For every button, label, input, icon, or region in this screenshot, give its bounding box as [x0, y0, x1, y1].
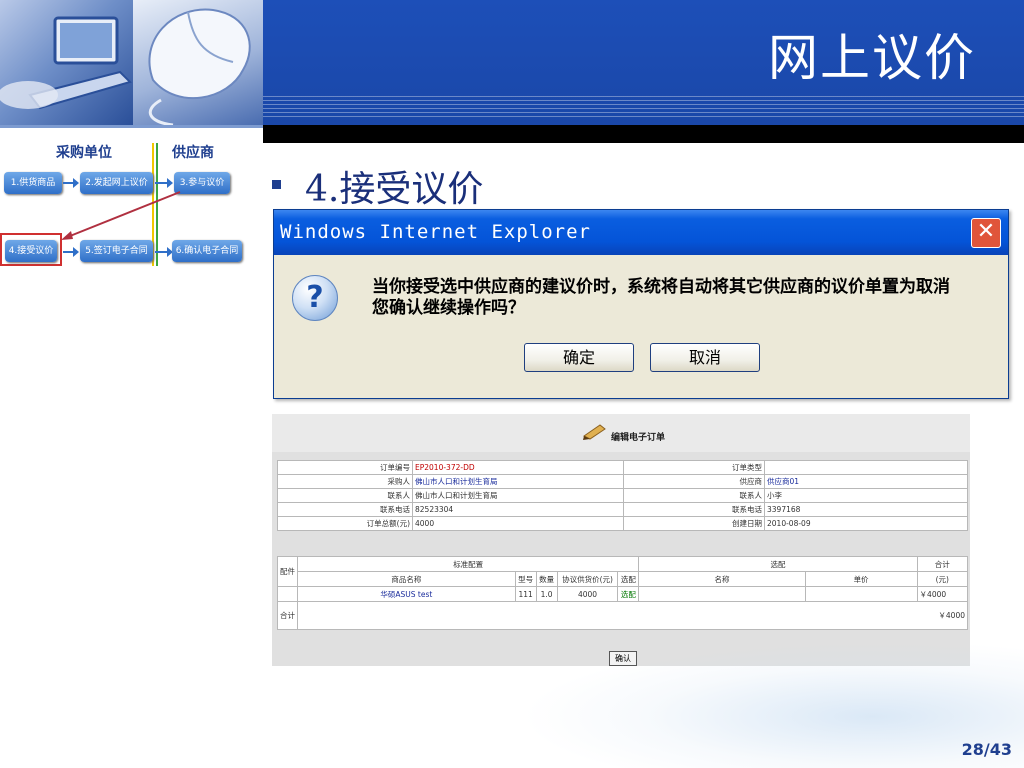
header-black-bar: [263, 125, 1024, 143]
purchaser-label: 采购人: [277, 474, 413, 489]
qty-cell: 1.0: [535, 586, 558, 602]
contact-value: 小李: [764, 488, 968, 503]
standard-config-header: 标准配置: [296, 556, 640, 572]
created-label: 创建日期: [623, 516, 765, 531]
order-type-label: 订单类型: [623, 460, 765, 475]
table-row: 华硕ASUS test 111 1.0 4000 选配 ￥4000: [277, 586, 969, 602]
created-value: 2010-08-09: [764, 516, 968, 531]
table-row: 采购人 佛山市人口和计划生育局 供应商 供应商01: [277, 474, 968, 489]
phone-label: 联系电话: [277, 502, 413, 517]
flow-arrow: [63, 178, 79, 188]
purchaser-value: 佛山市人口和计划生育局: [412, 474, 624, 489]
total-header: 合计: [916, 556, 969, 572]
total-label: 订单总额(元): [277, 516, 413, 531]
parts-header: 配件: [277, 556, 298, 587]
product-name-header: 商品名称: [297, 571, 516, 587]
flow-step-5: 5.签订电子合同: [80, 240, 153, 262]
flow-arrow: [63, 247, 79, 257]
header-stripes: [263, 96, 1024, 118]
form-title: 编辑电子订单: [611, 433, 666, 443]
flow-header-supplier: 供应商: [172, 145, 214, 161]
price-header: 协议供货价(元): [556, 571, 619, 587]
flow-arrow: [155, 178, 173, 188]
flow-step-4: 4.接受议价: [5, 240, 57, 262]
unit-price-header: 单价: [804, 571, 918, 587]
option-name-cell: [638, 586, 806, 602]
table-row: 配件 标准配置 选配 合计: [277, 556, 969, 587]
price-cell: 4000: [556, 586, 619, 602]
cancel-button[interactable]: 取消: [650, 343, 760, 372]
row-total-cell: ￥4000: [916, 586, 969, 602]
decorative-swirl: [520, 640, 1024, 768]
laptop-icon: [0, 16, 132, 110]
supplier-label: 供应商: [623, 474, 765, 489]
laptop-photo: [0, 0, 133, 125]
order-no-value: EP2010-372-DD: [412, 460, 624, 475]
page-title: 网上议价: [768, 29, 976, 87]
flow-arrow: [155, 247, 173, 257]
edit-pen-icon: [583, 424, 606, 440]
table-row: 合计 ￥4000: [277, 601, 968, 630]
phone-value: 3397168: [764, 502, 968, 517]
confirm-dialog: Windows Internet Explorer ✕ ? 当你接受选中供应商的…: [273, 209, 1009, 399]
ok-button[interactable]: 确定: [524, 343, 634, 372]
option-name-header: 名称: [638, 571, 806, 587]
order-info-table: 订单编号 EP2010-372-DD 订单类型 采购人 佛山市人口和计划生育局 …: [277, 460, 968, 531]
product-name-link[interactable]: 华硕ASUS test: [297, 586, 516, 602]
page-number: 28/43: [961, 740, 1012, 759]
bullet-icon: [272, 180, 281, 189]
order-form-screenshot: 编辑电子订单 订单编号 EP2010-372-DD 订单类型 采购人 佛山市人口…: [272, 414, 970, 666]
phone-value: 82523304: [412, 502, 624, 517]
table-row: 联系电话 82523304 联系电话 3397168: [277, 502, 968, 517]
order-type-value: [764, 460, 968, 475]
table-row: 订单总额(元) 4000 创建日期 2010-08-09: [277, 516, 968, 531]
flow-header-purchaser: 采购单位: [56, 145, 112, 161]
contact-label: 联系人: [277, 488, 413, 503]
flow-step-6: 6.确认电子合同: [172, 240, 242, 262]
sum-value: ￥4000: [297, 601, 968, 630]
mouse-photo: [133, 0, 263, 127]
parts-cell: [277, 586, 298, 602]
total-value: 4000: [412, 516, 624, 531]
unit-price-cell: [804, 586, 918, 602]
order-no-label: 订单编号: [277, 460, 413, 475]
option-header: 选配: [617, 571, 640, 587]
dialog-message-line2: 您确认继续操作吗？: [372, 298, 525, 318]
contact-label: 联系人: [623, 488, 765, 503]
sum-label: 合计: [277, 601, 298, 630]
flow-step-1: 1.供货商品: [4, 172, 62, 194]
option-link[interactable]: 选配: [617, 586, 640, 602]
flow-arrow-diagonal: [61, 191, 181, 240]
supplier-value: 供应商01: [764, 474, 968, 489]
table-row: 订单编号 EP2010-372-DD 订单类型: [277, 460, 968, 475]
contact-value: 佛山市人口和计划生育局: [412, 488, 624, 503]
dialog-title: Windows Internet Explorer: [280, 221, 591, 243]
table-row: 联系人 佛山市人口和计划生育局 联系人 小李: [277, 488, 968, 503]
order-detail-table: 配件 标准配置 选配 合计 商品名称 型号 数量 协议供货价(元) 选配 名称 …: [277, 556, 969, 630]
close-button[interactable]: ✕: [971, 218, 1001, 248]
question-icon: ?: [292, 275, 338, 321]
table-row: 商品名称 型号 数量 协议供货价(元) 选配 名称 单价 (元): [278, 571, 969, 587]
model-header: 型号: [514, 571, 537, 587]
bullet-heading: 4.接受议价: [305, 169, 484, 210]
phone-label: 联系电话: [623, 502, 765, 517]
qty-header: 数量: [535, 571, 558, 587]
header-thin-bar: [0, 125, 263, 128]
optional-config-header: 选配: [638, 556, 918, 572]
model-cell: 111: [514, 586, 537, 602]
mouse-icon: [148, 8, 251, 127]
yuan-header: (元): [916, 571, 969, 587]
